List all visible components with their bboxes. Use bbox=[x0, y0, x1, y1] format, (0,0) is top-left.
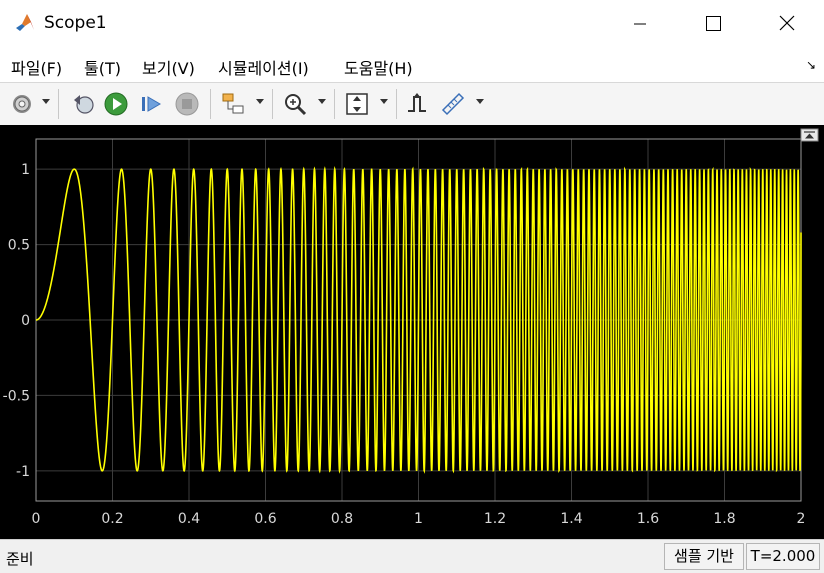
maximize-button[interactable] bbox=[690, 0, 736, 46]
gear-icon[interactable] bbox=[9, 91, 35, 117]
toolbar-separator bbox=[334, 89, 335, 119]
measurements-dropdown-icon[interactable] bbox=[476, 99, 484, 104]
toolbar-separator bbox=[58, 89, 59, 119]
triggers-icon[interactable] bbox=[404, 91, 430, 117]
window-title: Scope1 bbox=[44, 13, 107, 33]
close-icon bbox=[779, 15, 795, 31]
simulation-time: T=2.000 bbox=[746, 543, 820, 570]
x-tick-label: 1.6 bbox=[637, 511, 659, 527]
undock-arrow-icon[interactable]: ↘ bbox=[806, 58, 816, 72]
x-tick-label: 1.4 bbox=[560, 511, 582, 527]
scope-plot[interactable]: 0 0.2 0.4 0.6 0.8 1 1.2 1.4 1.6 1.8 2 1 0.5 0 -0.5 -1 bbox=[0, 125, 824, 539]
x-tick-label: 0 bbox=[32, 511, 41, 527]
zoom-icon[interactable] bbox=[282, 91, 308, 117]
close-button[interactable] bbox=[764, 0, 810, 46]
x-tick-label: 0.8 bbox=[331, 511, 353, 527]
minimize-icon bbox=[634, 23, 646, 25]
x-tick-label: 1.2 bbox=[484, 511, 506, 527]
scope-display: 0 0.2 0.4 0.6 0.8 1 1.2 1.4 1.6 1.8 2 1 0.5 0 -0.5 -1 bbox=[0, 125, 824, 539]
maximize-icon bbox=[706, 16, 721, 31]
toolbar-separator bbox=[210, 89, 211, 119]
highlight-dropdown-icon[interactable] bbox=[256, 99, 264, 104]
x-tick-label: 0.4 bbox=[178, 511, 200, 527]
x-axis-ticks: 0 0.2 0.4 0.6 0.8 1 1.2 1.4 1.6 1.8 2 bbox=[32, 511, 806, 527]
y-tick-label: 1 bbox=[21, 162, 30, 178]
back-step-icon[interactable] bbox=[70, 91, 96, 117]
status-text: 준비 bbox=[6, 550, 34, 568]
title-bar: Scope1 bbox=[0, 0, 824, 46]
stop-icon[interactable] bbox=[174, 91, 200, 117]
step-forward-icon[interactable] bbox=[138, 91, 164, 117]
y-tick-label: -1 bbox=[16, 464, 30, 480]
x-tick-label: 1.8 bbox=[713, 511, 735, 527]
menu-tools[interactable]: 툴(T) bbox=[84, 55, 121, 79]
menu-file[interactable]: 파일(F) bbox=[11, 55, 62, 79]
minimize-button[interactable] bbox=[616, 0, 662, 46]
toolbar-separator bbox=[396, 89, 397, 119]
status-bar: 준비 샘플 기반 T=2.000 bbox=[0, 539, 824, 573]
expand-toggle-button[interactable] bbox=[800, 128, 819, 142]
menu-view[interactable]: 보기(V) bbox=[142, 55, 195, 79]
toolbar-separator bbox=[272, 89, 273, 119]
scale-dropdown-icon[interactable] bbox=[380, 99, 388, 104]
gear-dropdown-icon[interactable] bbox=[42, 99, 50, 104]
run-icon[interactable] bbox=[103, 91, 129, 117]
matlab-logo-icon bbox=[16, 14, 34, 31]
y-tick-label: 0 bbox=[21, 313, 30, 329]
menu-help[interactable]: 도움말(H) bbox=[344, 55, 413, 79]
x-tick-label: 2 bbox=[797, 511, 806, 527]
y-axis-ticks: 1 0.5 0 -0.5 -1 bbox=[3, 162, 30, 480]
x-tick-label: 0.2 bbox=[101, 511, 123, 527]
menu-bar: 파일(F) 툴(T) 보기(V) 시뮬레이션(I) 도움말(H) ↘ bbox=[0, 46, 824, 82]
highlight-block-icon[interactable] bbox=[220, 91, 246, 117]
toolbar bbox=[0, 82, 824, 126]
x-tick-label: 0.6 bbox=[254, 511, 276, 527]
measurements-icon[interactable] bbox=[440, 91, 466, 117]
menu-simulation[interactable]: 시뮬레이션(I) bbox=[218, 55, 309, 79]
zoom-dropdown-icon[interactable] bbox=[318, 99, 326, 104]
scale-axes-icon[interactable] bbox=[344, 91, 370, 117]
y-tick-label: 0.5 bbox=[8, 238, 30, 254]
y-tick-label: -0.5 bbox=[3, 388, 30, 404]
x-tick-label: 1 bbox=[414, 511, 423, 527]
sample-mode-indicator: 샘플 기반 bbox=[664, 543, 744, 570]
